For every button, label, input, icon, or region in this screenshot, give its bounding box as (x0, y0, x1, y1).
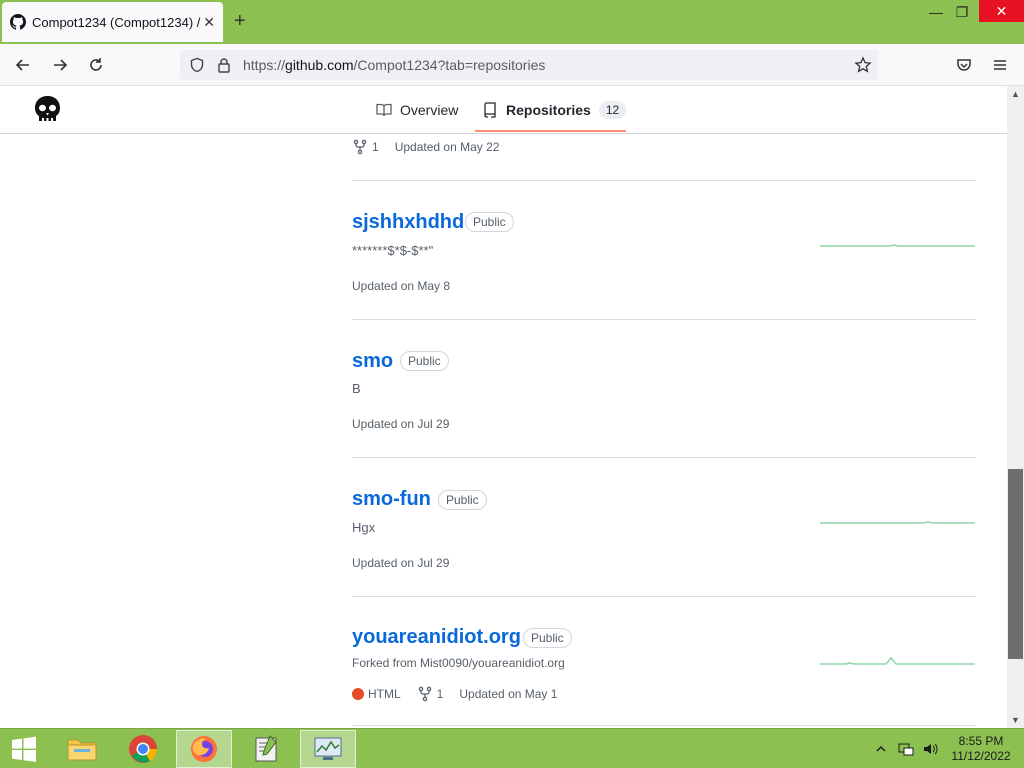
language-color-dot (352, 688, 364, 700)
repo-description: *******$*$-$**" (352, 243, 434, 258)
browser-tab-strip: Compot1234 (Compot1234) / R ✕ + — ❐ ✕ (0, 0, 1024, 44)
fork-icon (418, 686, 431, 702)
file-explorer-taskbar-button[interactable] (54, 730, 110, 768)
browser-tab[interactable]: Compot1234 (Compot1234) / R ✕ (2, 2, 223, 42)
visibility-badge: Public (523, 628, 572, 648)
repo-divider (352, 725, 976, 726)
system-clock[interactable]: 8:55 PM 11/12/2022 (946, 734, 1016, 764)
notepad-plus-plus-taskbar-button[interactable] (238, 730, 294, 768)
repo-icon (484, 102, 496, 118)
repositories-count-badge: 12 (598, 101, 627, 119)
fork-count-value: 1 (436, 687, 444, 701)
lock-icon[interactable] (217, 57, 231, 73)
repo-meta: Updated on Jul 29 (352, 556, 465, 570)
speaker-icon (924, 743, 938, 755)
shield-icon[interactable] (189, 57, 205, 73)
window-close-icon[interactable]: ✕ (979, 0, 1024, 22)
scroll-down-icon[interactable]: ▼ (1007, 712, 1024, 728)
folder-icon (67, 739, 97, 761)
updated-date: Updated on May 1 (459, 687, 558, 701)
visibility-badge: Public (465, 212, 514, 232)
task-manager-taskbar-button[interactable] (300, 730, 356, 768)
bookmark-star-icon[interactable] (854, 56, 872, 74)
url-protocol: https:// (243, 57, 286, 73)
repo-name-link[interactable]: youareanidiot.org (352, 626, 521, 649)
repo-name-link[interactable]: smo-fun (352, 488, 431, 511)
repo-description: B (352, 381, 361, 396)
fork-icon (353, 139, 367, 155)
repo-meta: Updated on May 8 (352, 279, 466, 293)
notepad-plus-plus-icon (255, 735, 277, 762)
volume-tray-icon[interactable] (922, 729, 938, 768)
updated-date: Updated on May 22 (394, 140, 500, 154)
windows-logo-icon (12, 736, 36, 762)
repo-meta: HTML 1 Updated on May 1 (352, 686, 573, 702)
avatar[interactable] (31, 93, 64, 126)
repo-description: Hgx (352, 520, 376, 535)
repo-meta: Updated on Jul 29 (352, 417, 465, 431)
clock-time: 8:55 PM (958, 734, 1004, 748)
repo-name-link[interactable]: sjshhxhdhd (352, 211, 464, 234)
activity-sparkline (820, 656, 975, 665)
new-tab-icon[interactable]: + (234, 10, 246, 33)
windows-taskbar: 8:55 PM 11/12/2022 (0, 728, 1024, 768)
tab-repositories-label: Repositories (506, 102, 591, 118)
url-host: github.com (285, 57, 354, 73)
tab-overview-label: Overview (400, 102, 459, 118)
start-button[interactable] (0, 730, 48, 768)
updated-date: Updated on May 8 (352, 279, 451, 293)
firefox-taskbar-button[interactable] (176, 730, 232, 768)
address-bar[interactable]: https://github.com/Compot1234?tab=reposi… (180, 50, 878, 80)
visibility-badge: Public (400, 351, 449, 371)
restore-icon[interactable]: ❐ (948, 0, 976, 24)
visibility-badge: Public (438, 490, 487, 510)
tab-title: Compot1234 (Compot1234) / R (32, 14, 204, 30)
profile-sticky-header: Overview Repositories 12 (0, 86, 1007, 134)
activity-sparkline (820, 521, 975, 524)
language: HTML (352, 687, 401, 701)
github-icon (10, 14, 26, 30)
activity-sparkline (820, 244, 975, 247)
scrollbar-thumb[interactable] (1008, 469, 1023, 659)
repo-fork-source[interactable]: Forked from Mist0090/youareanidiot.org (352, 656, 565, 670)
network-tray-icon[interactable] (898, 729, 914, 768)
tab-overview[interactable]: Overview (376, 86, 458, 134)
repo-meta-partial: 1 Updated on May 22 (352, 139, 515, 155)
chevron-up-icon (876, 746, 886, 752)
repo-divider (352, 180, 976, 181)
task-manager-icon (314, 737, 342, 760)
pocket-icon[interactable] (953, 54, 975, 76)
menu-icon[interactable] (989, 54, 1011, 76)
fork-count-value: 1 (372, 140, 379, 154)
book-icon (376, 103, 392, 117)
reload-icon[interactable] (85, 54, 107, 76)
clock-date: 11/12/2022 (951, 749, 1011, 763)
updated-date: Updated on Jul 29 (352, 417, 450, 431)
network-icon (898, 743, 914, 756)
url-path: /Compot1234?tab=repositories (353, 57, 546, 73)
show-hidden-icons[interactable] (876, 729, 886, 768)
scroll-up-icon[interactable]: ▲ (1007, 86, 1024, 102)
firefox-icon (191, 736, 217, 762)
active-tab-underline (475, 130, 626, 132)
repo-divider (352, 319, 976, 320)
fork-count[interactable]: 1 (352, 139, 379, 155)
repo-name-link[interactable]: smo (352, 350, 393, 373)
url-text: https://github.com/Compot1234?tab=reposi… (243, 57, 545, 73)
repo-divider (352, 596, 976, 597)
repo-divider (352, 457, 976, 458)
updated-date: Updated on Jul 29 (352, 556, 450, 570)
chrome-icon (129, 735, 157, 763)
back-icon[interactable] (12, 54, 34, 76)
forward-icon[interactable] (49, 54, 71, 76)
language-label: HTML (368, 687, 401, 701)
tab-repositories[interactable]: Repositories 12 (482, 86, 627, 134)
navigation-toolbar: https://github.com/Compot1234?tab=reposi… (0, 44, 1024, 86)
fork-count[interactable]: 1 (417, 686, 444, 702)
close-tab-icon[interactable]: ✕ (203, 14, 215, 31)
chrome-taskbar-button[interactable] (115, 730, 171, 768)
